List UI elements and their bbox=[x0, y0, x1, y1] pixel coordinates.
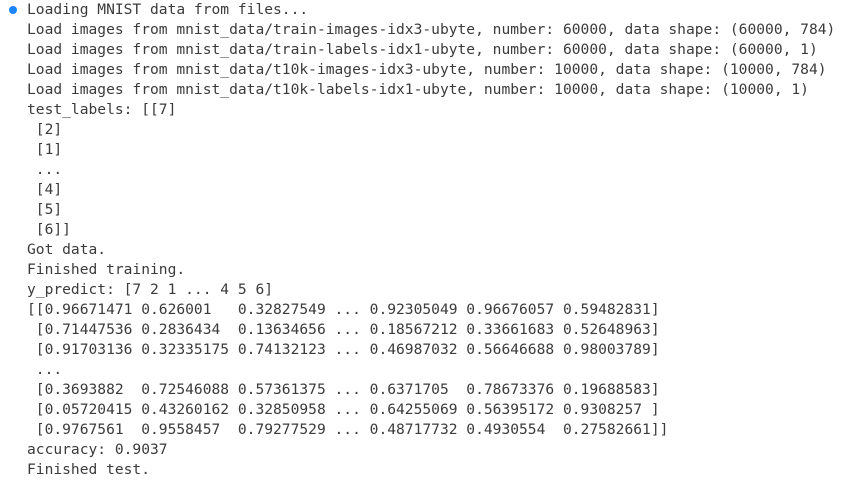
output-line: Loading MNIST data from files... bbox=[27, 1, 309, 18]
output-line: [[0.96671471 0.626001 0.32827549 ... 0.9… bbox=[27, 301, 660, 318]
output-line: [0.9767561 0.9558457 0.79277529 ... 0.48… bbox=[27, 421, 669, 438]
output-line: test_labels: [[7] bbox=[27, 101, 177, 118]
output-line: [0.71447536 0.2836434 0.13634656 ... 0.1… bbox=[27, 321, 660, 338]
output-line: Load images from mnist_data/t10k-images-… bbox=[27, 61, 827, 78]
cell-status-dot-icon bbox=[9, 6, 17, 14]
output-line: [5] bbox=[27, 201, 63, 218]
output-line: [4] bbox=[27, 181, 63, 198]
output-line: accuracy: 0.9037 bbox=[27, 441, 168, 458]
cell-output-panel: Loading MNIST data from files... Load ima… bbox=[0, 0, 862, 480]
output-line: [1] bbox=[27, 141, 63, 158]
output-line: y_predict: [7 2 1 ... 4 5 6] bbox=[27, 281, 274, 298]
output-line: [2] bbox=[27, 121, 63, 138]
output-line: Load images from mnist_data/train-labels… bbox=[27, 41, 818, 58]
output-line: ... bbox=[27, 161, 63, 178]
output-line: [0.05720415 0.43260162 0.32850958 ... 0.… bbox=[27, 401, 660, 418]
output-line: [0.3693882 0.72546088 0.57361375 ... 0.6… bbox=[27, 381, 660, 398]
output-line: Finished test. bbox=[27, 461, 151, 478]
output-line: Load images from mnist_data/t10k-labels-… bbox=[27, 81, 809, 98]
cell-output-text: Loading MNIST data from files... Load ima… bbox=[27, 0, 835, 480]
output-line: ... bbox=[27, 361, 63, 378]
output-line: [0.91703136 0.32335175 0.74132123 ... 0.… bbox=[27, 341, 660, 358]
output-line: Got data. bbox=[27, 241, 107, 258]
output-line: Load images from mnist_data/train-images… bbox=[27, 21, 836, 38]
output-line: [6]] bbox=[27, 221, 71, 238]
output-line: Finished training. bbox=[27, 261, 186, 278]
